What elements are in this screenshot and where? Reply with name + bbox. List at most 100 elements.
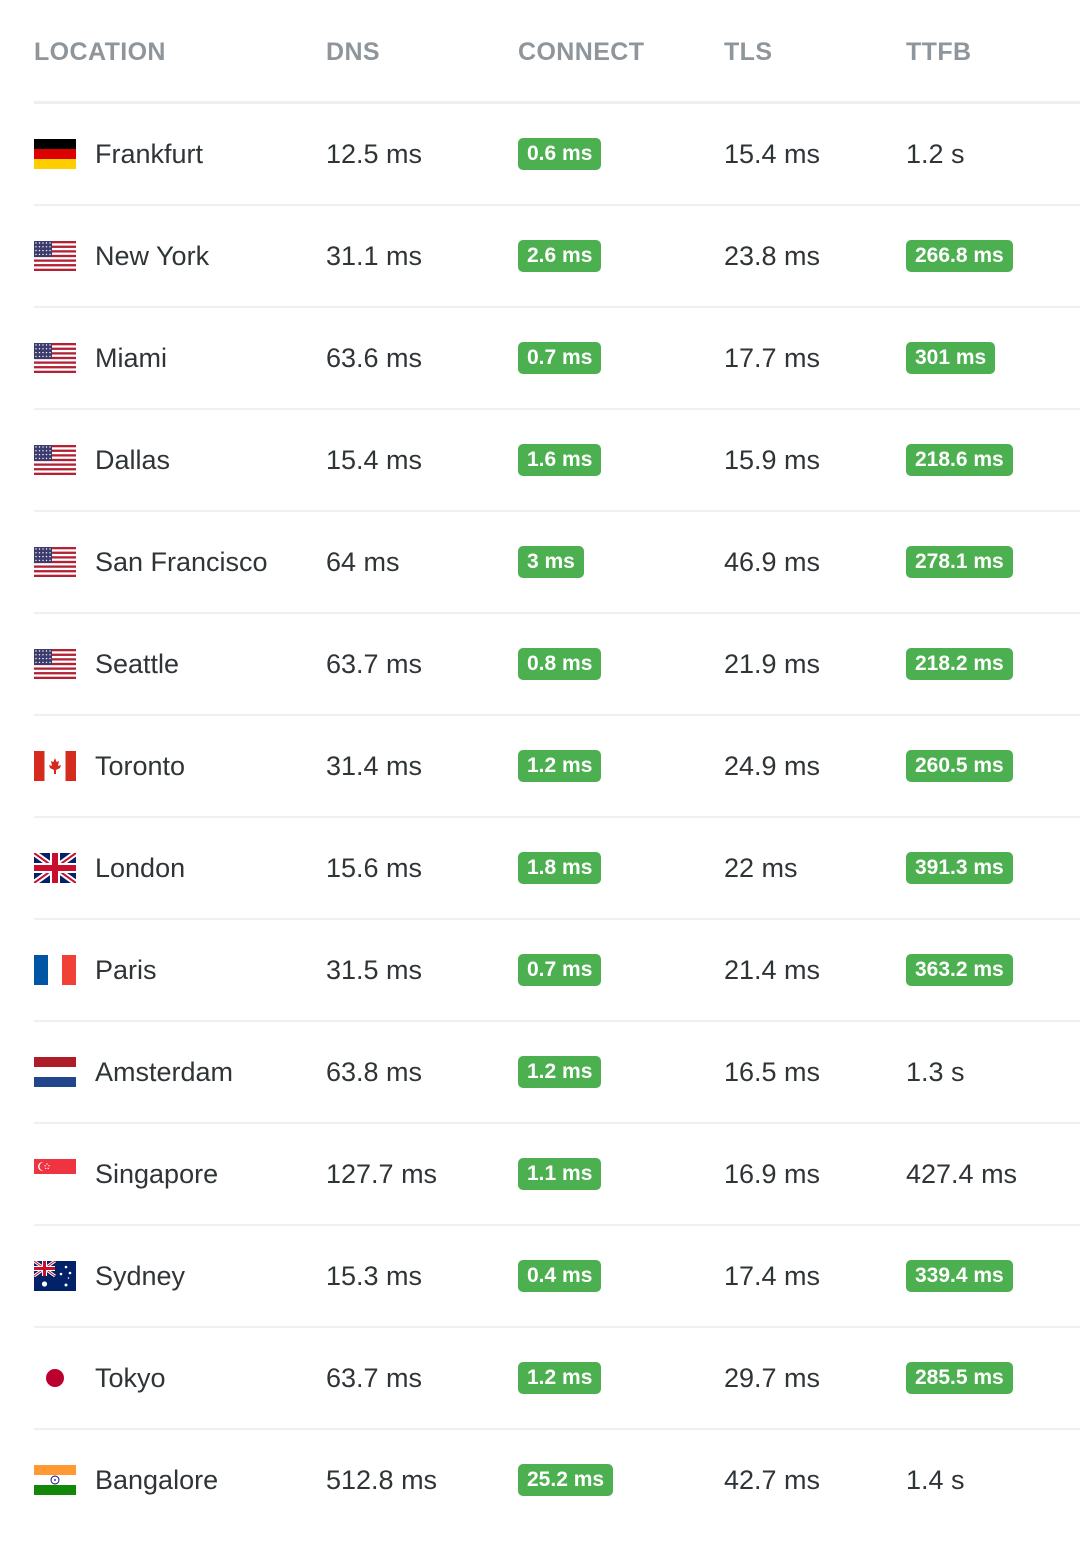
ttfb-badge: 218.6 ms xyxy=(906,444,1013,476)
location-name: Frankfurt xyxy=(95,138,204,169)
ttfb-cell: 427.4 ms xyxy=(906,1124,1017,1224)
connect-badge: 3 ms xyxy=(518,546,584,578)
tls-value: 21.4 ms xyxy=(724,954,821,985)
japan-flag-icon xyxy=(34,1363,76,1393)
table-row: Frankfurt 12.5 ms 0.6 ms 15.4 ms 1.2 s xyxy=(34,104,1080,206)
ttfb-badge: 363.2 ms xyxy=(906,954,1013,986)
location-cell: San Francisco xyxy=(34,512,268,612)
tls-cell: 21.9 ms xyxy=(724,614,820,714)
location-cell: Paris xyxy=(34,920,157,1020)
tls-value: 15.4 ms xyxy=(724,138,821,169)
tls-value: 23.8 ms xyxy=(724,240,821,271)
connect-badge: 0.7 ms xyxy=(518,954,602,986)
usa-flag-icon xyxy=(34,241,76,271)
india-flag-icon xyxy=(34,1465,76,1495)
dns-cell: 15.4 ms xyxy=(326,410,422,510)
ttfb-cell: 339.4 ms xyxy=(906,1226,1013,1326)
connect-badge: 0.7 ms xyxy=(518,342,602,374)
uk-flag-icon xyxy=(34,853,76,883)
table-row: Tokyo 63.7 ms 1.2 ms 29.7 ms 285.5 ms xyxy=(34,1328,1080,1430)
connect-badge: 0.8 ms xyxy=(518,648,602,680)
connect-badge: 1.2 ms xyxy=(518,1056,602,1088)
table-row: London 15.6 ms 1.8 ms 22 ms 391.3 ms xyxy=(34,818,1080,920)
connect-cell: 0.8 ms xyxy=(518,614,602,714)
location-name: London xyxy=(95,852,186,883)
table-row: Dallas 15.4 ms 1.6 ms 15.9 ms 218.6 ms xyxy=(34,410,1080,512)
ttfb-value: 1.4 s xyxy=(906,1464,965,1495)
tls-cell: 42.7 ms xyxy=(724,1430,820,1530)
connect-cell: 1.2 ms xyxy=(518,1328,602,1428)
dns-value: 63.8 ms xyxy=(326,1056,423,1087)
header-dns[interactable]: DNS xyxy=(326,38,380,67)
tls-value: 16.9 ms xyxy=(724,1158,821,1189)
location-cell: Miami xyxy=(34,308,167,408)
connect-cell: 1.2 ms xyxy=(518,1022,602,1122)
location-cell: Seattle xyxy=(34,614,179,714)
dns-value: 63.6 ms xyxy=(326,342,423,373)
tls-value: 17.4 ms xyxy=(724,1260,821,1291)
dns-value: 64 ms xyxy=(326,546,400,577)
usa-flag-icon xyxy=(34,649,76,679)
location-cell: Amsterdam xyxy=(34,1022,233,1122)
table-row: Miami 63.6 ms 0.7 ms 17.7 ms 301 ms xyxy=(34,308,1080,410)
header-connect[interactable]: CONNECT xyxy=(518,38,644,67)
ttfb-badge: 339.4 ms xyxy=(906,1260,1013,1292)
connect-badge: 1.2 ms xyxy=(518,1362,602,1394)
tls-cell: 17.7 ms xyxy=(724,308,820,408)
dns-value: 15.4 ms xyxy=(326,444,423,475)
ttfb-cell: 218.2 ms xyxy=(906,614,1013,714)
location-name: Toronto xyxy=(95,750,186,781)
ttfb-badge: 260.5 ms xyxy=(906,750,1013,782)
tls-cell: 46.9 ms xyxy=(724,512,820,612)
connect-cell: 25.2 ms xyxy=(518,1430,614,1530)
header-location[interactable]: LOCATION xyxy=(34,38,166,67)
table-body: Frankfurt 12.5 ms 0.6 ms 15.4 ms 1.2 s New Yo… xyxy=(34,104,1080,1532)
usa-flag-icon xyxy=(34,445,76,475)
tls-value: 21.9 ms xyxy=(724,648,821,679)
dns-value: 512.8 ms xyxy=(326,1464,438,1495)
table-row: Seattle 63.7 ms 0.8 ms 21.9 ms 218.2 ms xyxy=(34,614,1080,716)
location-cell: Sydney xyxy=(34,1226,185,1326)
connect-badge: 0.6 ms xyxy=(518,138,602,170)
tls-cell: 23.8 ms xyxy=(724,206,820,306)
dns-value: 15.3 ms xyxy=(326,1260,423,1291)
dns-cell: 512.8 ms xyxy=(326,1430,437,1530)
table-row: Toronto 31.4 ms 1.2 ms 24.9 ms 260.5 ms xyxy=(34,716,1080,818)
usa-flag-icon xyxy=(34,547,76,577)
dns-value: 31.4 ms xyxy=(326,750,423,781)
connect-badge: 1.2 ms xyxy=(518,750,602,782)
location-name: Amsterdam xyxy=(95,1056,234,1087)
latency-table: LOCATION DNS CONNECT TLS TTFB Frankfurt 1… xyxy=(34,0,1080,1532)
header-ttfb[interactable]: TTFB xyxy=(906,38,971,67)
connect-cell: 1.1 ms xyxy=(518,1124,602,1224)
location-cell: Frankfurt xyxy=(34,104,203,204)
ttfb-cell: 1.3 s xyxy=(906,1022,965,1122)
location-name: San Francisco xyxy=(95,546,268,577)
tls-cell: 21.4 ms xyxy=(724,920,820,1020)
ttfb-cell: 278.1 ms xyxy=(906,512,1013,612)
usa-flag-icon xyxy=(34,343,76,373)
dns-cell: 15.3 ms xyxy=(326,1226,422,1326)
dns-value: 31.1 ms xyxy=(326,240,423,271)
ttfb-cell: 285.5 ms xyxy=(906,1328,1013,1428)
dns-value: 127.7 ms xyxy=(326,1158,438,1189)
tls-cell: 15.4 ms xyxy=(724,104,820,204)
connect-badge: 2.6 ms xyxy=(518,240,602,272)
table-row: Bangalore 512.8 ms 25.2 ms 42.7 ms 1.4 s xyxy=(34,1430,1080,1532)
tls-cell: 15.9 ms xyxy=(724,410,820,510)
location-name: Sydney xyxy=(95,1260,186,1291)
tls-value: 46.9 ms xyxy=(724,546,821,577)
tls-cell: 16.5 ms xyxy=(724,1022,820,1122)
connect-cell: 0.7 ms xyxy=(518,920,602,1020)
tls-value: 17.7 ms xyxy=(724,342,821,373)
dns-cell: 63.6 ms xyxy=(326,308,422,408)
singapore-flag-icon xyxy=(34,1159,76,1189)
dns-cell: 31.5 ms xyxy=(326,920,422,1020)
connect-cell: 0.4 ms xyxy=(518,1226,602,1326)
connect-cell: 1.6 ms xyxy=(518,410,602,510)
header-tls[interactable]: TLS xyxy=(724,38,772,67)
location-name: Dallas xyxy=(95,444,171,475)
ttfb-cell: 301 ms xyxy=(906,308,996,408)
ttfb-badge: 278.1 ms xyxy=(906,546,1013,578)
dns-cell: 63.7 ms xyxy=(326,614,422,714)
